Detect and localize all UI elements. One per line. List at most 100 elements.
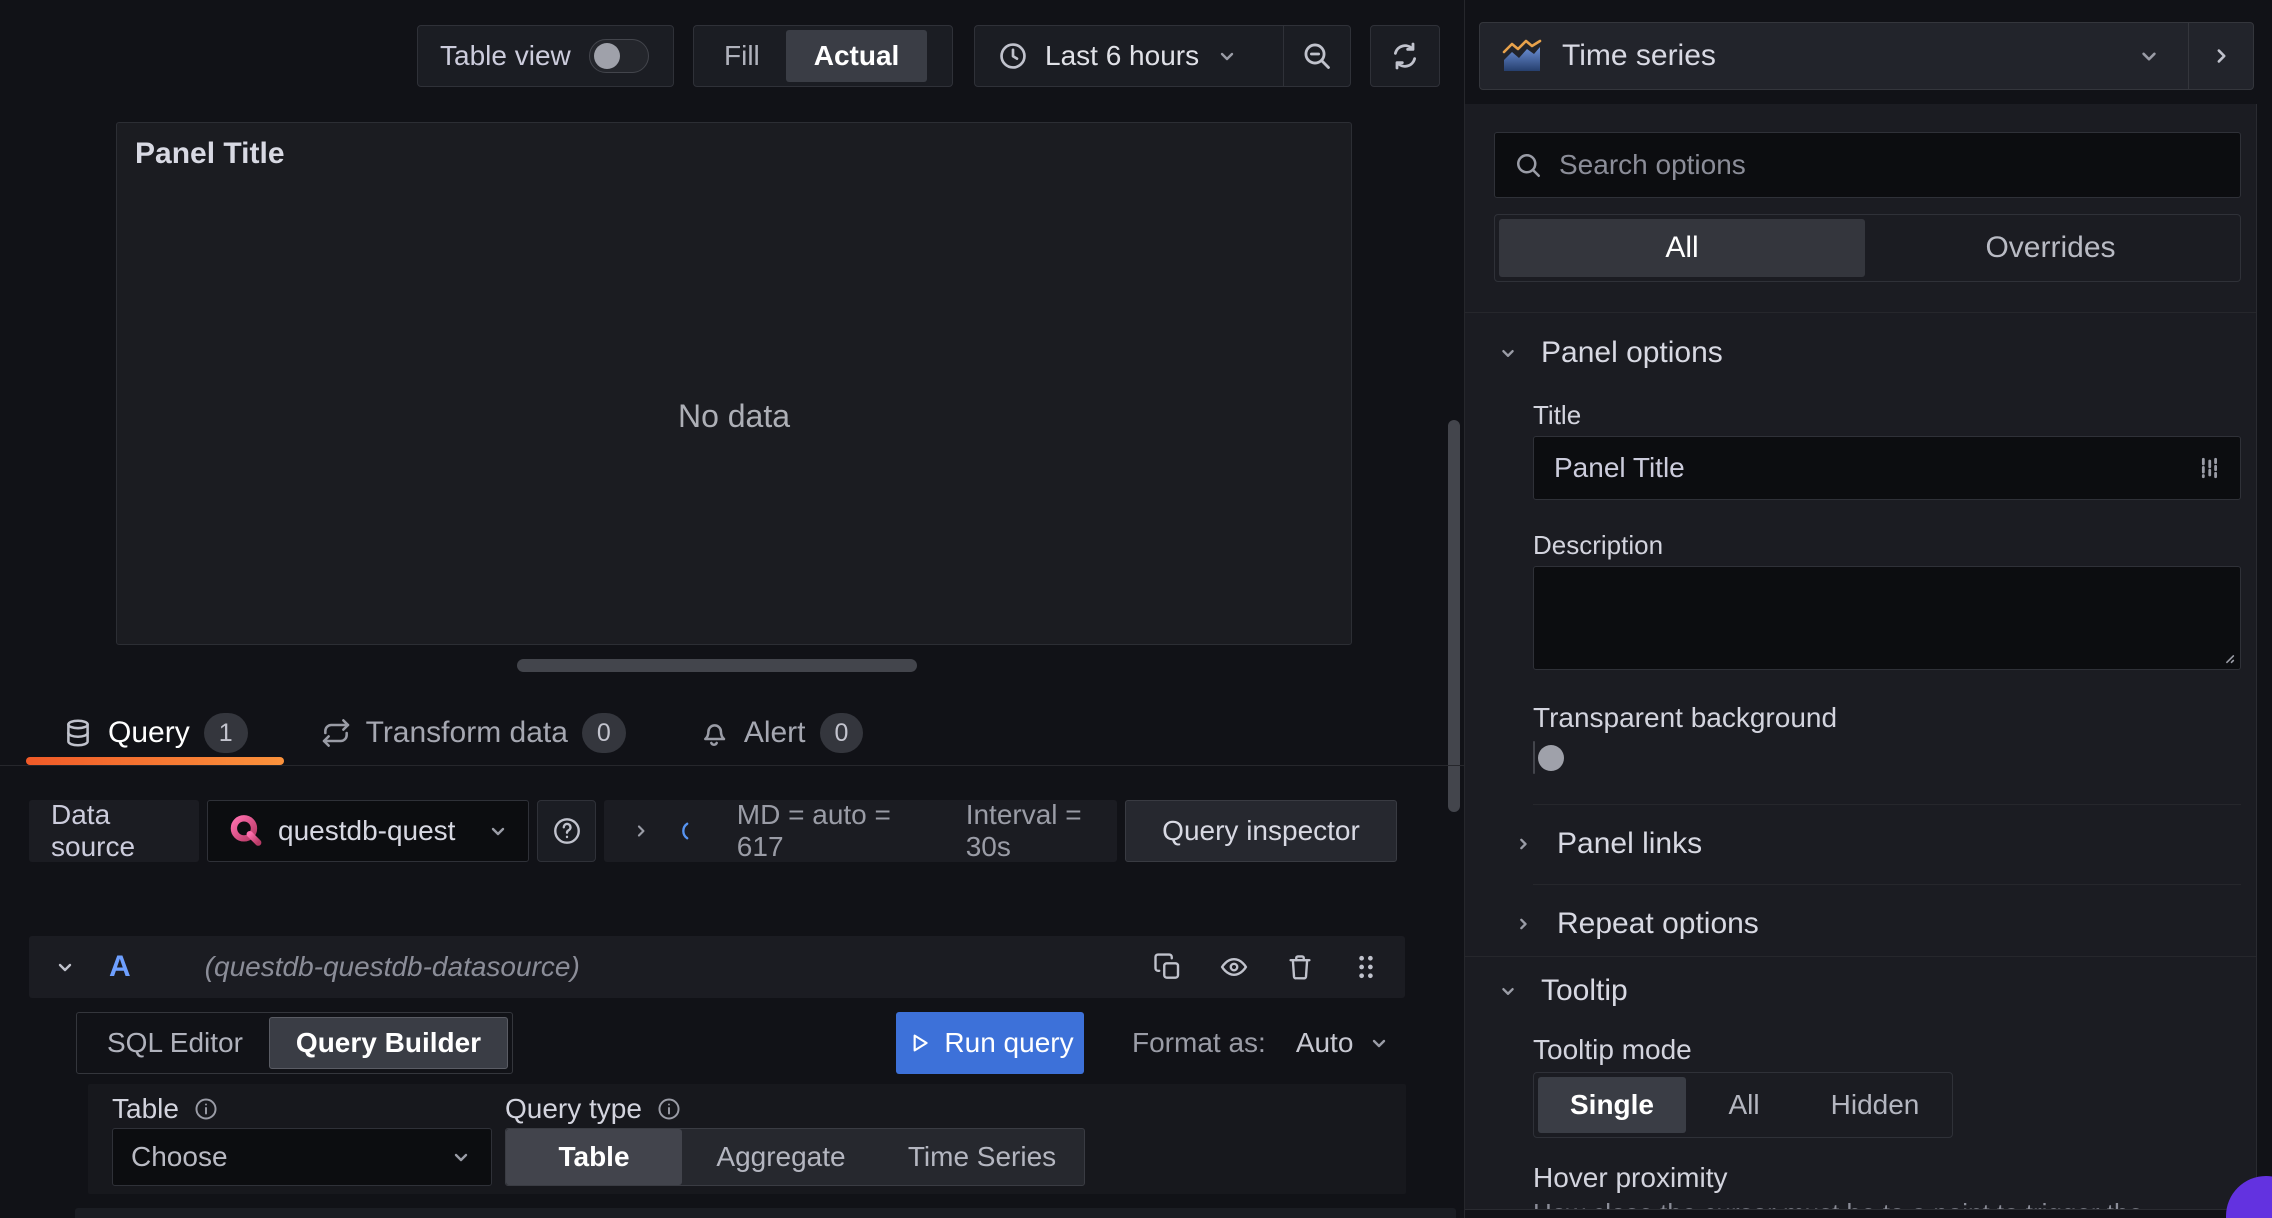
- divider: [1533, 804, 2241, 805]
- fill-label: Fill: [724, 40, 760, 71]
- drag-handle-icon[interactable]: [1351, 952, 1381, 982]
- tooltip-header[interactable]: Tooltip: [1497, 966, 1628, 1016]
- query-type-table-label: Table: [558, 1141, 630, 1172]
- query-type-aggregate[interactable]: Aggregate: [682, 1129, 880, 1185]
- datasource-help-button[interactable]: [537, 800, 596, 862]
- divider: [1533, 884, 2241, 885]
- description-textarea[interactable]: [1534, 567, 2240, 669]
- no-data-message: No data: [677, 398, 791, 434]
- format-as-value: Auto: [1295, 1027, 1354, 1058]
- query-type-time-series[interactable]: Time Series: [880, 1129, 1084, 1185]
- format-as-select[interactable]: Auto: [1296, 1027, 1392, 1059]
- viz-picker-label: Time series: [1562, 39, 1716, 72]
- zoom-out-icon: [1304, 43, 1330, 69]
- chevron-down-icon: [491, 827, 505, 836]
- time-range-label: Last 6 hours: [1045, 40, 1200, 71]
- query-builder-option[interactable]: Query Builder: [268, 1017, 509, 1069]
- table-view-control: Table view: [417, 25, 674, 87]
- tab-overrides[interactable]: Overrides: [1865, 219, 2236, 277]
- transparent-bg-toggle[interactable]: [1533, 741, 1564, 774]
- info-icon: [195, 1098, 217, 1120]
- run-query-button[interactable]: Run query: [896, 1012, 1084, 1074]
- panel-preview[interactable]: Panel Title No data: [116, 122, 1352, 645]
- tab-transform-badge: 0: [581, 712, 626, 753]
- refresh-button[interactable]: [1370, 25, 1440, 87]
- table-select[interactable]: Choose: [112, 1128, 492, 1186]
- tooltip-mode-hidden-label: Hidden: [1830, 1089, 1920, 1120]
- duplicate-icon[interactable]: [1153, 952, 1183, 982]
- tooltip-mode-single[interactable]: Single: [1538, 1077, 1686, 1133]
- tooltip-mode-all[interactable]: All: [1686, 1077, 1802, 1133]
- eye-icon[interactable]: [1219, 952, 1249, 982]
- datasource-picker[interactable]: questdb-quest: [207, 800, 529, 862]
- sql-editor-option[interactable]: SQL Editor: [81, 1017, 269, 1069]
- panel-options-header[interactable]: Panel options: [1497, 328, 1723, 378]
- transparent-bg-label: Transparent background: [1533, 702, 1838, 733]
- query-builder-form: Table Choose Query type Table Aggregate: [88, 1084, 1406, 1194]
- title-field-label: Title: [1533, 400, 1582, 430]
- info-icon: [658, 1098, 680, 1120]
- chevron-right-icon: [1520, 918, 1527, 930]
- query-datasource-hint: (questdb-questdb-datasource): [204, 951, 580, 982]
- tab-query[interactable]: Query 1: [26, 700, 284, 765]
- actual-option[interactable]: Actual: [785, 30, 928, 82]
- viz-picker-button[interactable]: Time series: [1480, 23, 2188, 89]
- chevron-down-icon: [58, 963, 72, 972]
- panel-title-input[interactable]: [1552, 436, 2194, 500]
- interval: Interval = 30s: [965, 799, 1082, 862]
- tooltip-heading: Tooltip: [1541, 974, 1628, 1007]
- tab-alert[interactable]: Alert 0: [662, 700, 900, 765]
- tab-query-badge: 1: [203, 712, 248, 753]
- time-series-icon: [1502, 39, 1542, 71]
- horizontal-scrollbar[interactable]: [517, 659, 917, 672]
- hover-proximity-label: Hover proximity: [1533, 1162, 1728, 1193]
- tooltip-mode-label: Tooltip mode: [1533, 1034, 1692, 1065]
- trash-icon[interactable]: [1285, 952, 1315, 982]
- query-inspector-label: Query inspector: [1162, 815, 1360, 846]
- tooltip-mode-all-label: All: [1728, 1089, 1760, 1120]
- zoom-out-button[interactable]: [1284, 26, 1350, 86]
- panel-links-heading: Panel links: [1557, 827, 1703, 860]
- search-icon: [1516, 153, 1541, 178]
- sql-editor-label: SQL Editor: [107, 1027, 243, 1058]
- help-icon: [553, 818, 580, 844]
- tab-transform[interactable]: Transform data 0: [284, 700, 662, 765]
- format-as-control: Format as: Auto: [1132, 1012, 1391, 1074]
- options-tabs: All Overrides: [1494, 214, 2241, 282]
- variable-icon[interactable]: [2194, 454, 2222, 482]
- viz-expand-button[interactable]: [2189, 23, 2253, 89]
- editor-tabbar: Query 1 Transform data 0 Alert 0: [0, 700, 1464, 766]
- description-field-label: Description: [1533, 530, 1664, 560]
- tooltip-mode-hidden[interactable]: Hidden: [1802, 1077, 1948, 1133]
- query-ref-id: A: [109, 950, 131, 983]
- grafana-panel-editor: Table view Fill Actual Last 6 hours Pane…: [0, 0, 2272, 1218]
- options-search[interactable]: [1494, 132, 2241, 198]
- tab-transform-label: Transform data: [365, 715, 568, 749]
- query-type-table[interactable]: Table: [506, 1129, 682, 1185]
- search-input[interactable]: [1557, 132, 2222, 198]
- bell-icon: [703, 723, 726, 746]
- fill-option[interactable]: Fill: [698, 30, 786, 82]
- time-range-button[interactable]: Last 6 hours: [975, 26, 1283, 86]
- table-view-toggle[interactable]: [588, 39, 649, 73]
- query-type-label: Query type: [505, 1093, 642, 1124]
- query-builder-label: Query Builder: [295, 1027, 482, 1058]
- panel-links-header[interactable]: Panel links: [1513, 816, 1702, 872]
- tab-all[interactable]: All: [1499, 219, 1865, 277]
- query-type-aggregate-label: Aggregate: [716, 1141, 846, 1172]
- query-type-time-series-label: Time Series: [907, 1141, 1057, 1172]
- panel-options-heading: Panel options: [1541, 336, 1723, 369]
- refresh-icon: [1394, 42, 1416, 70]
- max-data-points: MD = auto = 617: [736, 799, 891, 862]
- resize-icon[interactable]: [2215, 644, 2237, 666]
- query-options-summary[interactable]: MD = auto = 617 Interval = 30s: [604, 799, 1117, 862]
- repeat-options-header[interactable]: Repeat options: [1513, 896, 1759, 952]
- play-icon: [913, 1034, 929, 1052]
- options-pane: All Overrides Panel options Title Descri…: [1465, 104, 2257, 1210]
- repeat-options-heading: Repeat options: [1557, 907, 1759, 940]
- query-inspector-button[interactable]: Query inspector: [1125, 800, 1397, 862]
- viz-picker: Time series: [1479, 22, 2254, 90]
- chevron-right-icon: [637, 825, 645, 837]
- query-type-field-label: Query type: [505, 1092, 682, 1126]
- query-row-header[interactable]: A (questdb-questdb-datasource): [29, 936, 1405, 998]
